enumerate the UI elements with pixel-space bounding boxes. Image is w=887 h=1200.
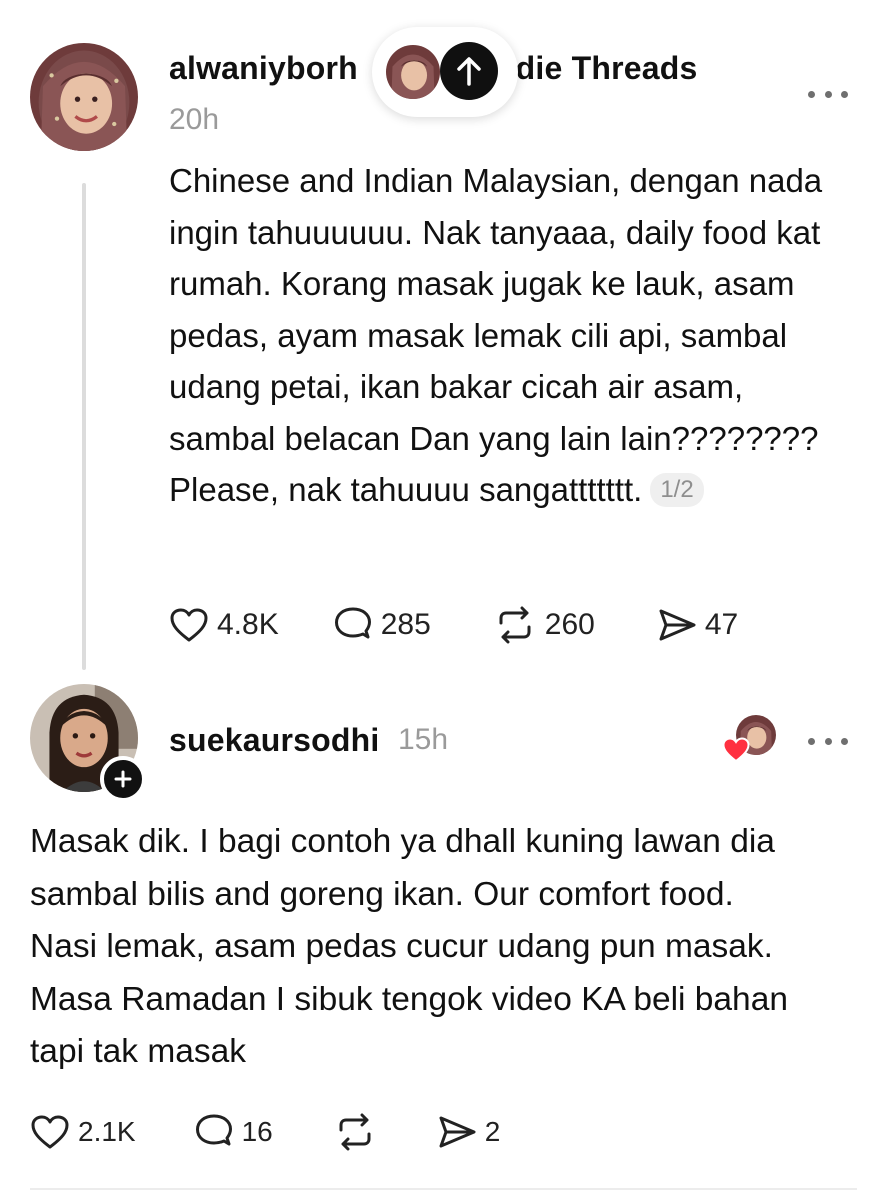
comment-icon [195,1114,232,1146]
thread-line [82,183,86,670]
reply-repost-button[interactable] [333,1113,377,1151]
comment-icon [334,607,371,639]
repost-icon [339,1113,371,1151]
reply-time: 15h [398,723,449,756]
repost-button[interactable]: 260 [493,606,595,644]
reply-like-count: 2.1K [78,1116,136,1147]
plus-icon [114,770,132,788]
like-count: 4.8K [217,608,279,641]
repost-count: 260 [544,608,595,641]
send-icon [659,609,696,641]
reply-button[interactable]: 285 [333,606,431,644]
post-time: 20h [169,103,220,136]
reply-share-button[interactable]: 2 [437,1114,501,1150]
page-indicator[interactable]: 1/2 [650,473,704,507]
liked-by-author-indicator [722,715,778,765]
share-button[interactable]: 47 [657,607,738,643]
liked-heart-icon [722,737,750,763]
post-actions: 4.8K 285 260 47 [169,603,790,647]
more-dots-icon[interactable] [808,735,848,747]
arrow-up-icon[interactable] [440,42,498,100]
more-dots-icon[interactable] [808,88,848,100]
pill-avatar [386,45,440,99]
reply-like-button[interactable]: 2.1K [30,1114,136,1150]
follow-button[interactable] [100,756,146,802]
reply-count: 285 [380,608,431,641]
reply-username[interactable]: suekaursodhi [169,722,379,759]
reply-reply-button[interactable]: 16 [194,1113,273,1151]
post-text: Chinese and Indian Malaysian, dengan nad… [169,162,823,508]
reply-actions: 2.1K 16 2 [30,1110,552,1154]
send-icon [439,1116,476,1148]
post-body: Chinese and Indian Malaysian, dengan nad… [169,155,849,516]
heart-icon [170,608,208,642]
heart-icon [31,1115,69,1149]
author-avatar[interactable] [30,43,138,151]
like-button[interactable]: 4.8K [169,607,279,643]
repost-icon [499,606,531,644]
reply-reply-count: 16 [241,1116,273,1147]
divider [30,1188,857,1190]
share-count: 47 [704,608,739,641]
reply-body: Masak dik. I bagi contoh ya dhall kuning… [30,823,788,1070]
reply-share-count: 2 [484,1116,501,1147]
